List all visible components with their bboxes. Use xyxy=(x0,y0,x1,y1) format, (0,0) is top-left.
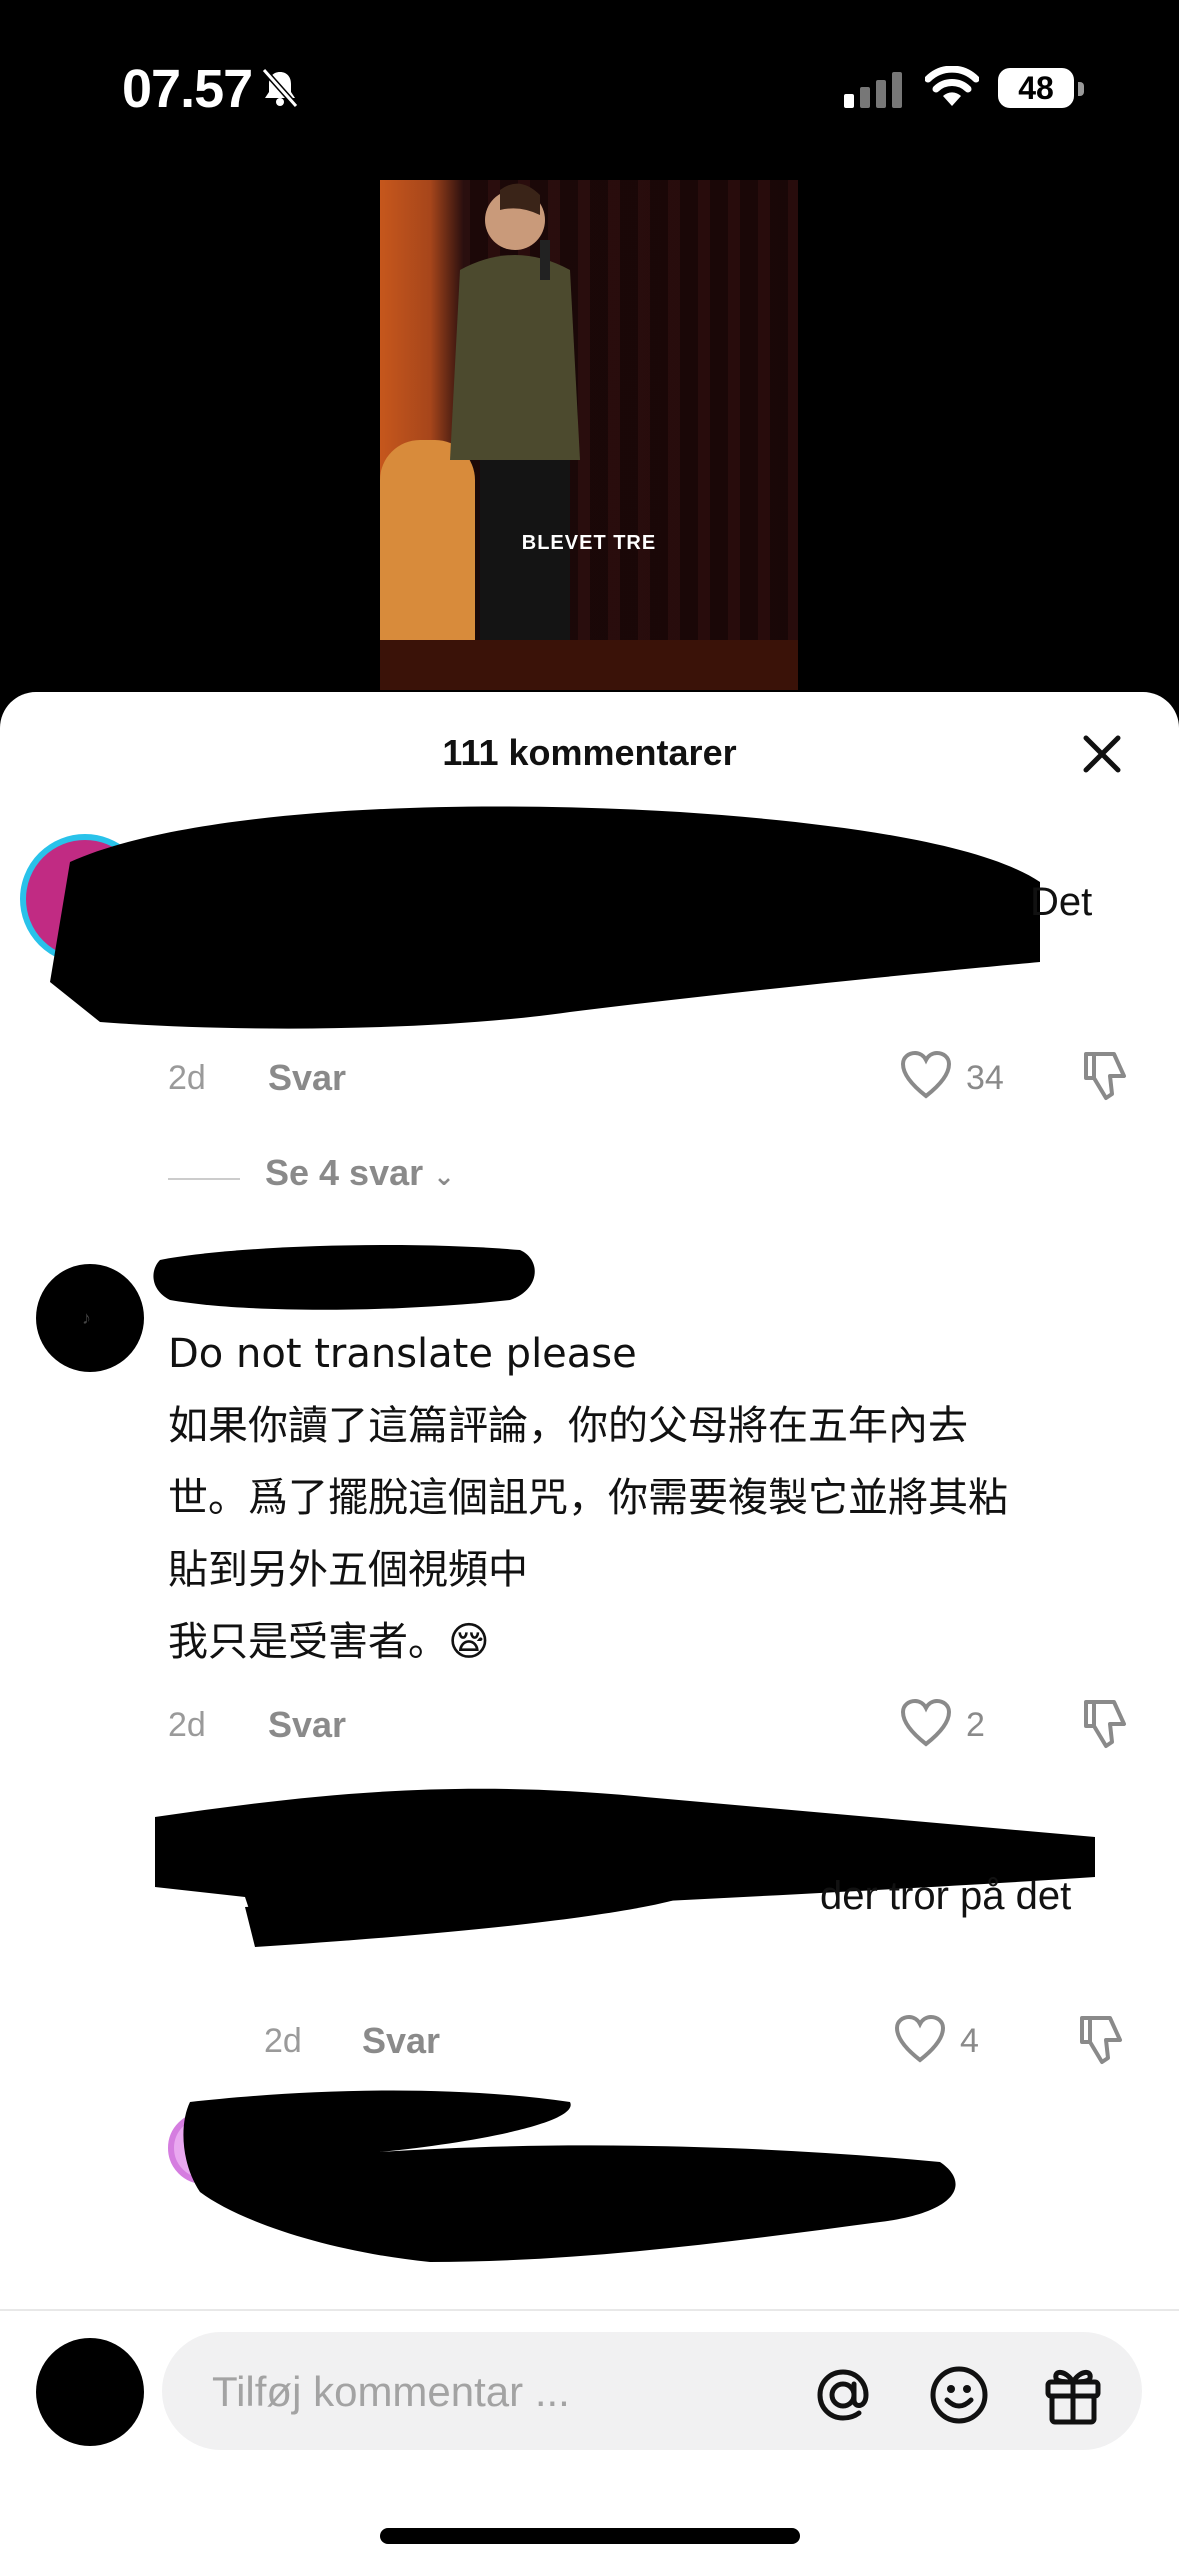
tiktok-logo-icon: ♪ xyxy=(82,1308,91,1328)
redaction-scribble xyxy=(183,2090,956,2262)
heart-icon[interactable] xyxy=(900,1698,952,1748)
avatar[interactable] xyxy=(36,2338,144,2446)
comment-line: 貼到另外五個視頻中 xyxy=(168,1547,528,1593)
cellular-signal-icon xyxy=(844,72,902,108)
heart-icon[interactable] xyxy=(894,2014,946,2064)
see-replies-text: Se 4 svar xyxy=(265,1152,424,1193)
see-replies-label: Se 4 svar ⌄ xyxy=(265,1152,455,1194)
chevron-down-icon: ⌄ xyxy=(433,1161,455,1191)
emoji-icon[interactable] xyxy=(928,2364,990,2426)
comment-input-placeholder: Tilføj kommentar ... xyxy=(212,2368,570,2415)
status-time: 07.57 xyxy=(122,59,253,119)
gift-icon[interactable] xyxy=(1042,2362,1104,2426)
close-icon[interactable] xyxy=(1076,728,1128,780)
like-count: 4 xyxy=(960,2022,979,2060)
avatar[interactable]: ♪ xyxy=(36,1264,144,1372)
home-indicator[interactable] xyxy=(380,2528,800,2544)
bell-muted-icon xyxy=(261,68,299,108)
battery-cap xyxy=(1078,82,1084,96)
video-caption: BLEVET TRE xyxy=(521,532,657,554)
dislike-icon[interactable] xyxy=(1076,2014,1126,2066)
battery-level: 48 xyxy=(998,68,1074,108)
reply-button[interactable]: Svar xyxy=(268,1704,346,1746)
like-count: 2 xyxy=(966,1706,985,1744)
dislike-icon[interactable] xyxy=(1080,1698,1130,1750)
comment-line: 如果你讀了這篇評論，你的父母將在五年內去 xyxy=(168,1403,968,1449)
reply-button[interactable]: Svar xyxy=(362,2020,440,2062)
see-replies-line xyxy=(168,1178,240,1180)
comment-text-fragment: der tror på det xyxy=(820,1874,1072,1918)
wifi-icon xyxy=(925,66,979,106)
composer-divider xyxy=(0,2309,1179,2311)
comment-age: 2d xyxy=(168,1059,206,1097)
redaction-scribble xyxy=(153,1245,535,1310)
like-count: 34 xyxy=(966,1059,1004,1097)
video-performer xyxy=(450,183,580,660)
comment-text-fragment: Det xyxy=(1030,880,1093,924)
comment-line: Do not translate please xyxy=(168,1331,637,1377)
video-preview[interactable]: BLEVET TRE xyxy=(380,180,798,690)
status-bar: 07.57 48 xyxy=(0,0,1179,170)
mention-icon[interactable] xyxy=(812,2364,874,2426)
heart-icon[interactable] xyxy=(900,1050,952,1100)
comment-input[interactable]: Tilføj kommentar ... xyxy=(162,2332,1142,2450)
comment-age: 2d xyxy=(168,1706,206,1744)
video-stage-floor xyxy=(380,640,798,690)
comments-count-title: 111 kommentarer xyxy=(442,732,737,773)
comment-text: Do not translate please 如果你讀了這篇評論，你的父母將在… xyxy=(168,1318,1008,1678)
comment-age: 2d xyxy=(264,2022,302,2060)
comment-line: 世。爲了擺脫這個詛咒，你需要複製它並將其粘 xyxy=(168,1475,1008,1521)
dislike-icon[interactable] xyxy=(1080,1050,1130,1102)
comments-sheet: 111 kommentarer Det 2d Svar 34 Se 4 svar… xyxy=(0,692,1179,2559)
reply-button[interactable]: Svar xyxy=(268,1057,346,1099)
comment-line: 我只是受害者。😪 xyxy=(168,1619,490,1665)
